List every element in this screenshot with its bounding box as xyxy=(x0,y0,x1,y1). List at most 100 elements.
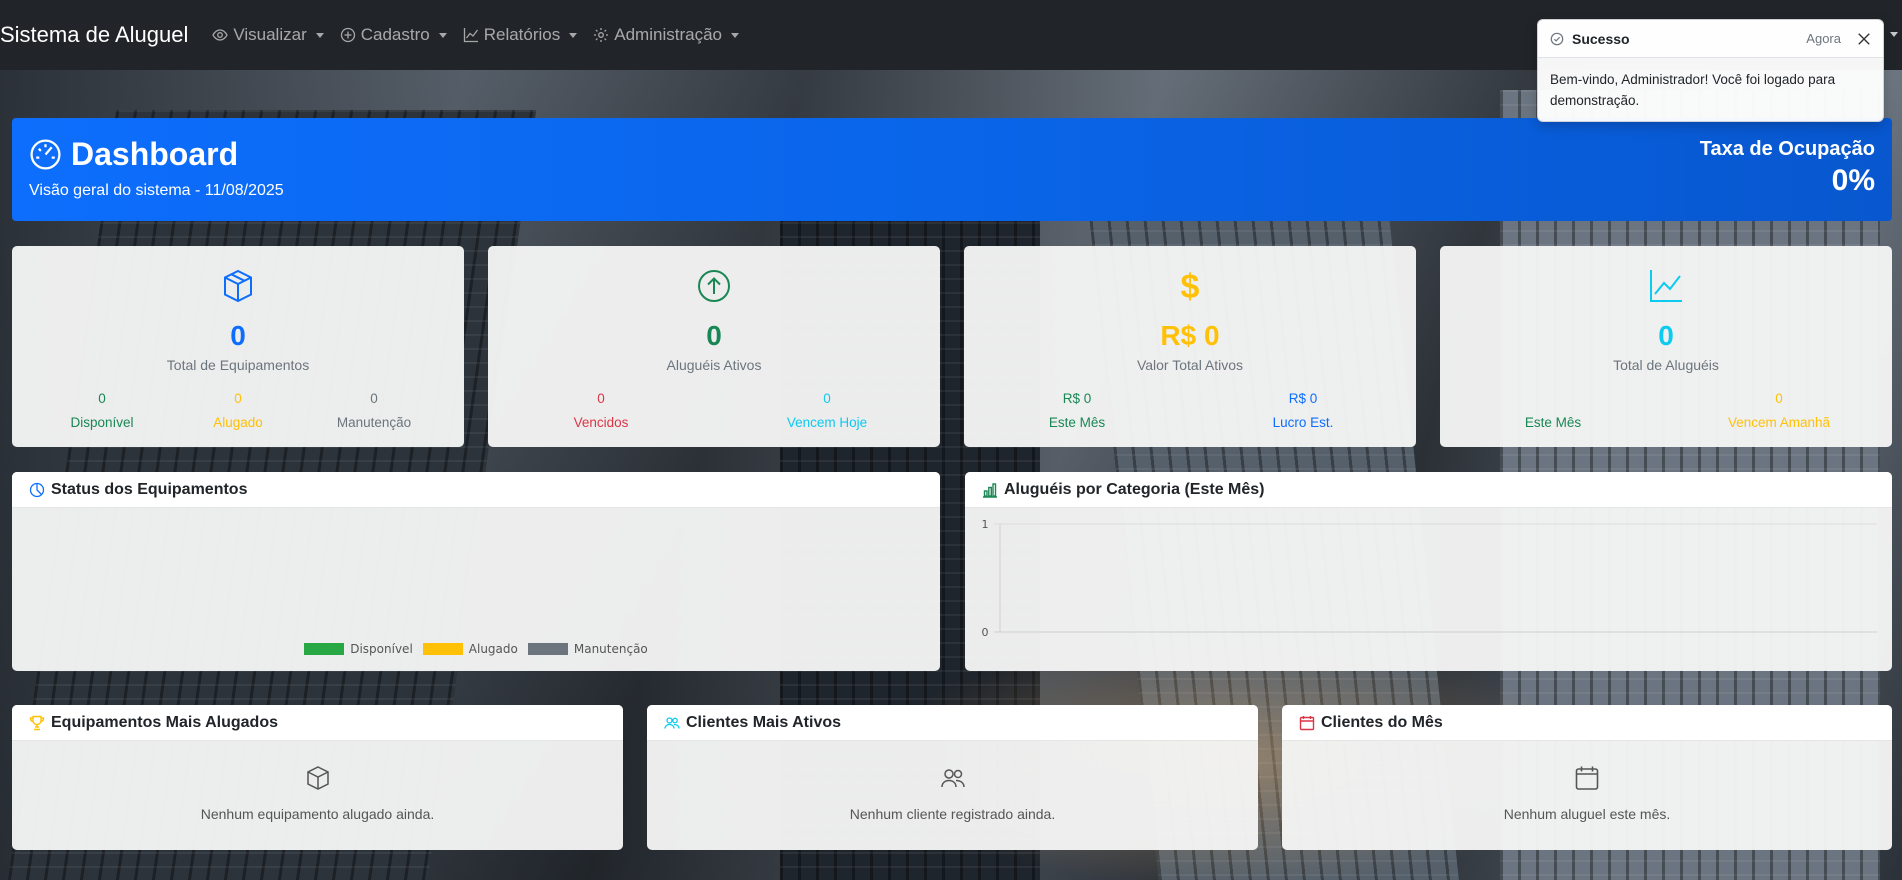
box-icon xyxy=(224,269,252,303)
panel-header: Equipamentos Mais Alugados xyxy=(12,705,623,741)
stat-sub-value: R$ 0 xyxy=(1062,391,1092,406)
legend-item-manutencao[interactable]: Manutenção xyxy=(527,642,648,656)
caret-down-icon xyxy=(569,32,578,38)
panel-title: Equipamentos Mais Alugados xyxy=(51,713,278,731)
stat-label: Aluguéis Ativos xyxy=(666,357,762,373)
arrow-up-circle-icon xyxy=(698,270,730,302)
legend-label: Alugado xyxy=(468,642,518,656)
stat-sub-vencem-hoje: 0 Vencem Hoje xyxy=(714,387,940,435)
empty-message: Nenhum aluguel este mês. xyxy=(1503,806,1671,822)
stat-sub-label: Disponível xyxy=(70,415,134,430)
nav-label: Cadastro xyxy=(360,25,430,44)
speedometer-icon xyxy=(30,139,61,170)
empty-message: Nenhum equipamento alugado ainda. xyxy=(200,806,435,822)
panel-clientes-mes: Clientes do Mês Nenhum aluguel este mês. xyxy=(1282,705,1892,850)
panel-title: Aluguéis por Categoria (Este Mês) xyxy=(1004,480,1265,498)
panel-title: Clientes Mais Ativos xyxy=(686,713,842,731)
stat-sub-este-mes: Este Mês xyxy=(1440,387,1666,435)
stat-sub-label: Vencidos xyxy=(573,415,629,430)
brand[interactable]: Sistema de Aluguel xyxy=(0,22,188,48)
svg-text:$: $ xyxy=(1181,268,1200,304)
calendar-icon xyxy=(1299,715,1315,730)
stat-sub-value: 0 xyxy=(370,391,378,406)
chart-panel-status: Status dos Equipamentos Disponível Aluga… xyxy=(12,472,940,671)
stat-sub-value: R$ 0 xyxy=(1288,391,1318,406)
bar-chart-icon xyxy=(983,482,997,498)
panel-header: Clientes Mais Ativos xyxy=(647,705,1258,741)
nav-label: Relatórios xyxy=(483,25,561,44)
stat-sub-vencidos: 0 Vencidos xyxy=(488,387,714,435)
stat-sub-alugado: 0 Alugado xyxy=(163,387,313,435)
stat-value: 0 xyxy=(230,320,246,351)
panel-header: Aluguéis por Categoria (Este Mês) xyxy=(965,472,1892,508)
empty-state: Nenhum aluguel este mês. xyxy=(1282,765,1892,822)
stat-sub-label: Vencem Amanhã xyxy=(1727,415,1831,430)
legend-swatch xyxy=(422,643,463,655)
caret-down-icon xyxy=(730,32,739,38)
panel-mais-alugados: Equipamentos Mais Alugados Nenhum equipa… xyxy=(12,705,623,850)
panel-header: Status dos Equipamentos xyxy=(12,472,940,508)
stat-sub-vencem-amanha: 0 Vencem Amanhã xyxy=(1666,387,1892,435)
toast-success: Sucesso Agora Bem-vindo, Administrador! … xyxy=(1537,19,1884,122)
page-title-text: Dashboard xyxy=(71,136,239,172)
toast-title: Sucesso xyxy=(1572,30,1630,47)
people-icon xyxy=(664,716,680,729)
stat-sub-label: Vencem Hoje xyxy=(786,415,868,430)
empty-state: Nenhum equipamento alugado ainda. xyxy=(12,765,623,822)
occupancy-value: 0% xyxy=(1831,164,1875,197)
nav-relatorios[interactable]: Relatórios xyxy=(463,25,578,45)
stat-sub-label: Alugado xyxy=(213,415,263,430)
legend-label: Disponível xyxy=(350,642,413,656)
legend-label: Manutenção xyxy=(573,642,648,656)
nav-administracao[interactable]: Administração xyxy=(593,25,739,45)
stat-value: 0 xyxy=(1658,320,1674,351)
stat-sub-este-mes: R$ 0 Este Mês xyxy=(964,387,1190,435)
stat-sub-value: 0 xyxy=(823,391,831,406)
occupancy-label: Taxa de Ocupação xyxy=(1699,138,1875,160)
stat-label: Total de Equipamentos xyxy=(166,357,310,373)
toast-message: Bem-vindo, Administrador! Você foi logad… xyxy=(1550,72,1836,108)
chart-legend: Disponível Alugado Manutenção xyxy=(12,642,940,656)
panel-title: Status dos Equipamentos xyxy=(51,480,248,498)
close-icon[interactable] xyxy=(1857,32,1871,46)
stat-card-total-alugueis: 0 Total de Aluguéis Este Mês 0 Vencem Am… xyxy=(1440,246,1892,447)
stat-label: Valor Total Ativos xyxy=(1136,357,1244,373)
calendar-icon xyxy=(1575,766,1599,790)
dollar-icon: $ xyxy=(1181,268,1200,304)
empty-message: Nenhum cliente registrado ainda. xyxy=(849,806,1056,822)
graph-up-icon xyxy=(1650,270,1682,302)
line-chart-icon xyxy=(463,28,478,43)
caret-down-icon xyxy=(438,32,447,38)
box-icon xyxy=(306,766,329,790)
stat-sub-label: Manutenção xyxy=(336,415,412,430)
legend-item-disponivel[interactable]: Disponível xyxy=(304,642,413,656)
stat-sub-value: 0 xyxy=(597,391,605,406)
toast-time: Agora xyxy=(1806,31,1841,46)
people-icon xyxy=(940,769,965,788)
y-tick-label: 0 xyxy=(982,626,989,639)
stat-sub-lucro: R$ 0 Lucro Est. xyxy=(1190,387,1416,435)
stat-sub-label: Este Mês xyxy=(1524,415,1582,430)
page-title: Dashboard xyxy=(29,136,238,173)
stat-value: 0 xyxy=(706,320,722,351)
stat-label: Total de Aluguéis xyxy=(1613,357,1719,373)
nav-cadastro[interactable]: Cadastro xyxy=(340,25,447,45)
page-subtitle: Visão geral do sistema - 11/08/2025 xyxy=(29,182,284,199)
legend-item-alugado[interactable]: Alugado xyxy=(422,642,518,656)
stat-card-alugueis-ativos: 0 Aluguéis Ativos 0 Vencidos 0 Vencem Ho… xyxy=(488,246,940,447)
nav-visualizar[interactable]: Visualizar xyxy=(212,25,324,45)
legend-swatch xyxy=(527,643,568,655)
stat-sub-value xyxy=(1440,387,1666,411)
stat-sub-label: Lucro Est. xyxy=(1272,415,1334,430)
nav-label: Administração xyxy=(614,25,722,44)
legend-swatch xyxy=(304,643,345,655)
pie-chart-icon xyxy=(29,482,45,497)
chart-panel-categoria: Aluguéis por Categoria (Este Mês) 1 0 xyxy=(965,472,1892,671)
stat-sub-value: 0 xyxy=(1775,391,1783,406)
panel-header: Clientes do Mês xyxy=(1282,705,1892,741)
check-circle-icon xyxy=(1550,32,1564,45)
nav-label: Visualizar xyxy=(233,25,307,44)
dashboard-header: Dashboard Visão geral do sistema - 11/08… xyxy=(12,118,1892,221)
stat-sub-value: 0 xyxy=(234,391,242,406)
user-menu-caret-icon[interactable] xyxy=(1890,32,1898,37)
